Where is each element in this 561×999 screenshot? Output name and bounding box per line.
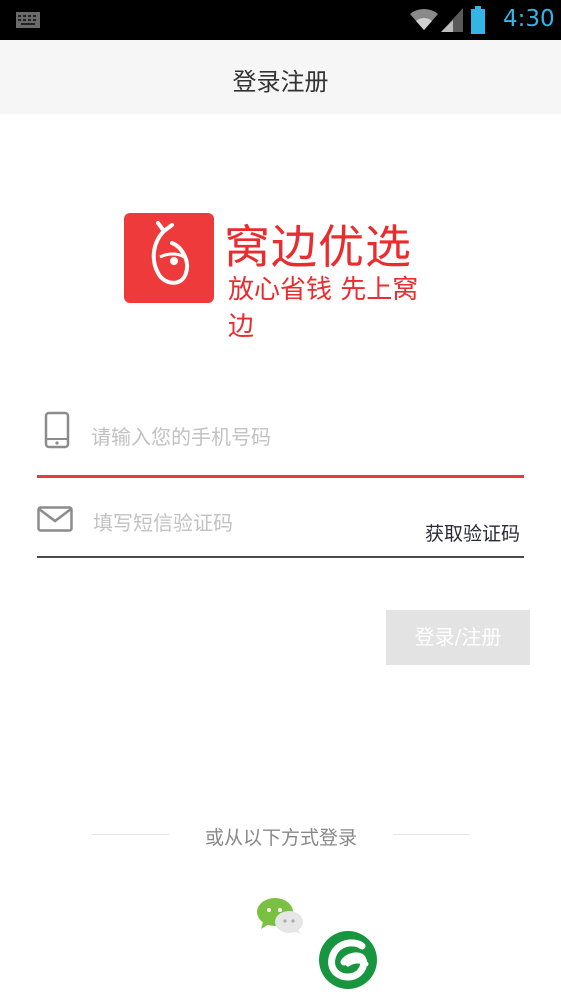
battery-icon bbox=[471, 6, 485, 34]
status-time: 4:30 bbox=[503, 6, 555, 32]
signal-icon bbox=[441, 8, 463, 32]
keyboard-icon bbox=[16, 12, 40, 28]
envelope-icon bbox=[37, 506, 73, 532]
wechat-icon[interactable] bbox=[255, 896, 305, 936]
phone-input[interactable]: 请输入您的手机号码 bbox=[91, 421, 271, 450]
status-bar: 4:30 bbox=[0, 0, 561, 40]
logo-slogan: 放心省钱 先上窝边 bbox=[228, 275, 419, 342]
app-logo: 窝边优选 放心省钱 先上窝边 bbox=[124, 213, 444, 342]
header: 登录注册 bbox=[0, 40, 561, 114]
login-register-button[interactable]: 登录/注册 bbox=[386, 610, 530, 665]
page-title: 登录注册 bbox=[232, 68, 329, 96]
logo-mark bbox=[124, 213, 214, 303]
logo-name: 窝边优选 bbox=[224, 220, 412, 274]
get-code-button[interactable]: 获取验证码 bbox=[425, 519, 520, 546]
code-field[interactable]: 填写短信验证码 获取验证码 bbox=[37, 490, 524, 558]
code-input[interactable]: 填写短信验证码 bbox=[93, 507, 233, 536]
wifi-icon bbox=[410, 8, 438, 30]
code-underline bbox=[37, 556, 524, 558]
green-logo-icon bbox=[319, 931, 377, 989]
phone-icon bbox=[44, 411, 70, 449]
phone-field[interactable]: 请输入您的手机号码 bbox=[37, 400, 524, 478]
divider-line-right bbox=[393, 834, 470, 835]
other-login-label: 或从以下方式登录 bbox=[204, 827, 357, 849]
phone-underline bbox=[37, 475, 524, 478]
fish-icon bbox=[151, 221, 189, 285]
other-login-divider: 或从以下方式登录 bbox=[92, 820, 470, 850]
